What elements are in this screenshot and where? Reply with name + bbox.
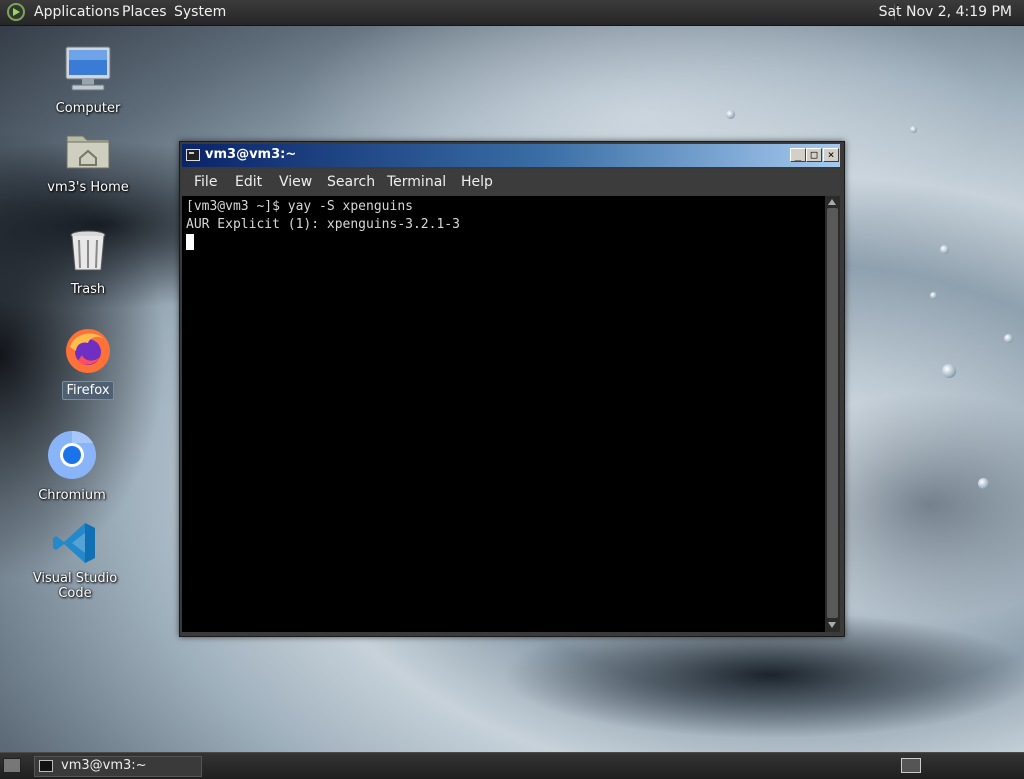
taskbar-window-button[interactable]: vm3@vm3:~ [34,756,202,777]
minimize-button[interactable]: _ [790,148,806,162]
chromium-icon [48,430,96,479]
scrollbar-thumb[interactable] [827,208,838,618]
desktop-icon-label: Firefox [62,381,114,400]
menu-system[interactable]: System [174,4,226,20]
menu-edit[interactable]: Edit [235,174,262,190]
top-panel: Applications Places System Sat Nov 2, 4:… [0,0,1024,26]
terminal-window[interactable]: vm3@vm3:~ _ □ × File Edit View Search Te… [179,141,845,637]
wallpaper-droplet [978,478,989,489]
desktop-icon-label: Visual Studio Code [32,571,118,601]
desktop-icon-trash[interactable]: Trash [33,228,143,298]
home-folder-icon [66,135,110,169]
terminal-taskbar-icon [39,760,53,772]
maximize-button[interactable]: □ [806,148,822,162]
menu-file[interactable]: File [194,174,217,190]
desktop-icon-vscode[interactable]: Visual Studio Code [20,520,130,602]
wallpaper-droplet [1004,334,1013,343]
scroll-up-icon[interactable] [828,199,836,205]
taskbar-window-label: vm3@vm3:~ [61,758,147,773]
workspace-switcher[interactable] [901,758,921,773]
terminal-line: [vm3@vm3 ~]$ yay -S xpenguins [186,199,413,214]
terminal-window-icon[interactable] [186,149,200,161]
terminal-cursor [186,234,194,250]
desktop-icon-label: Trash [70,282,106,297]
menu-view[interactable]: View [279,174,312,190]
wallpaper-droplet [910,126,917,133]
firefox-icon [66,329,110,373]
menu-terminal[interactable]: Terminal [387,174,446,190]
wallpaper-droplet [930,292,937,299]
desktop-icon-label: vm3's Home [47,180,129,195]
vscode-icon [53,523,95,563]
scroll-down-icon[interactable] [828,622,836,628]
terminal-titlebar[interactable]: vm3@vm3:~ _ □ × [182,144,840,167]
bottom-panel: vm3@vm3:~ [0,752,1024,779]
applications-logo-icon[interactable] [7,3,25,21]
wallpaper-droplet [940,245,949,254]
trash-icon [70,230,106,271]
wallpaper-droplet [726,110,735,119]
menu-places[interactable]: Places [122,4,167,20]
terminal-title: vm3@vm3:~ [205,147,297,162]
menu-help[interactable]: Help [461,174,493,190]
terminal-output[interactable]: [vm3@vm3 ~]$ yay -S xpenguins AUR Explic… [182,196,825,632]
desktop-icon-chromium[interactable]: Chromium [17,430,127,504]
terminal-menubar: File Edit View Search Terminal Help [182,169,840,195]
desktop-icon-label: Computer [55,101,121,116]
menu-search[interactable]: Search [327,174,375,190]
terminal-scrollbar[interactable] [825,196,840,632]
wallpaper-droplet [942,364,956,378]
desktop-icon-home[interactable]: vm3's Home [33,128,143,196]
computer-icon [65,46,111,91]
clock[interactable]: Sat Nov 2, 4:19 PM [879,4,1012,20]
terminal-line: AUR Explicit (1): xpenguins-3.2.1-3 [186,217,460,232]
show-desktop-icon[interactable] [3,758,21,773]
desktop-icon-label: Chromium [38,488,106,503]
close-button[interactable]: × [823,148,839,162]
desktop-icon-computer[interactable]: Computer [33,45,143,117]
menu-applications[interactable]: Applications [34,4,120,20]
desktop-icon-firefox[interactable]: Firefox [33,327,143,400]
